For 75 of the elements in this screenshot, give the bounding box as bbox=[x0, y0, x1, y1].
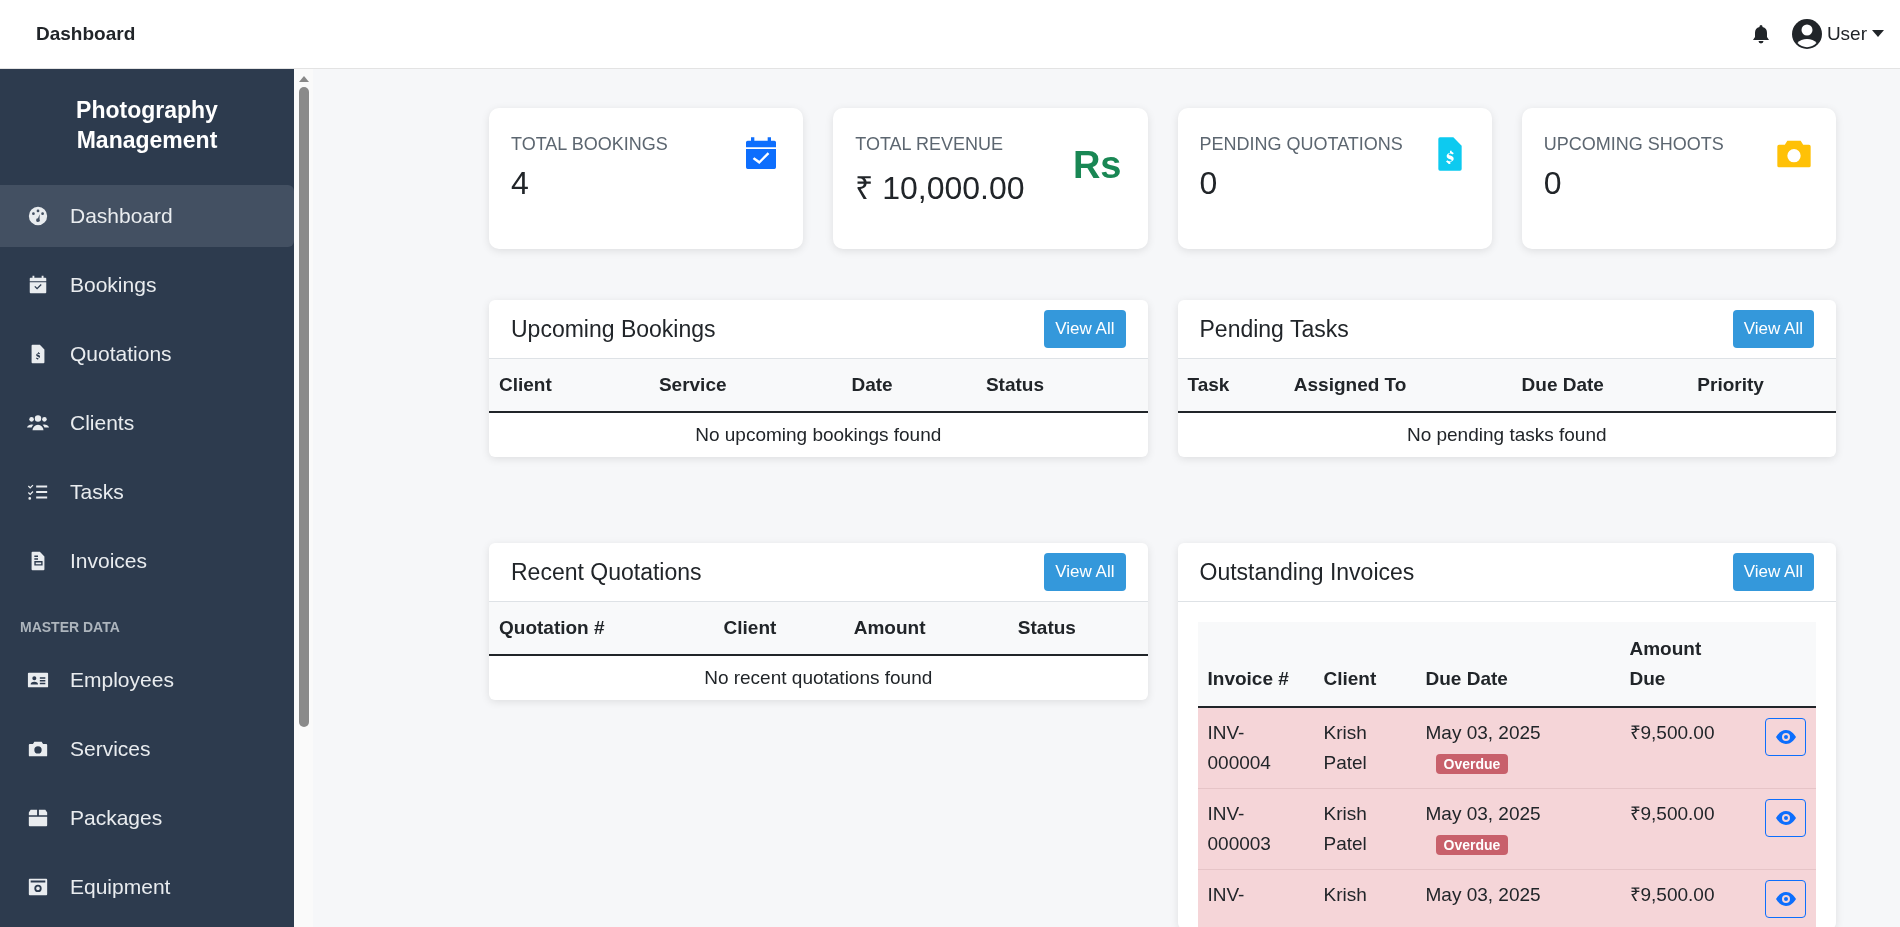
view-button[interactable] bbox=[1765, 799, 1806, 837]
table-cell: ₹9,500.00 bbox=[1629, 884, 1715, 905]
column-header: Client bbox=[713, 602, 844, 655]
table-cell: Krish Patel bbox=[1323, 722, 1367, 773]
view-button[interactable] bbox=[1765, 880, 1806, 918]
eye-icon bbox=[1775, 892, 1796, 906]
sidebar-item[interactable]: Bookings bbox=[0, 254, 294, 316]
table-cell: Krish bbox=[1323, 884, 1367, 905]
stat-value: 4 bbox=[511, 165, 530, 202]
column-header: Date bbox=[841, 359, 976, 412]
currency-symbol: Rs bbox=[1072, 144, 1122, 187]
sidebar-item[interactable]: Quotations bbox=[0, 323, 294, 385]
sidebar-item[interactable]: Packages bbox=[0, 787, 294, 849]
caret-icon bbox=[1872, 30, 1884, 38]
column-header: Amount Due bbox=[1619, 622, 1738, 707]
eye-icon bbox=[1775, 730, 1796, 744]
panel-title: Upcoming Bookings bbox=[511, 315, 716, 343]
sidebar-item[interactable]: Employees bbox=[0, 649, 294, 711]
page-title: Dashboard bbox=[36, 23, 136, 45]
gauge-icon bbox=[27, 205, 49, 227]
column-header: Amount bbox=[843, 602, 1008, 655]
user-menu[interactable]: User bbox=[1791, 19, 1884, 49]
column-header: Due Date bbox=[1511, 359, 1688, 412]
column-header: Assigned To bbox=[1283, 359, 1512, 412]
sidebar-item[interactable]: Equipment bbox=[0, 856, 294, 918]
column-header: Due Date bbox=[1415, 622, 1620, 707]
stat-label: TOTAL BOOKINGS bbox=[511, 134, 668, 155]
column-header: Status bbox=[1007, 602, 1148, 655]
scroll-up-arrow-icon[interactable] bbox=[297, 75, 310, 83]
box-icon bbox=[27, 807, 49, 829]
sidebar-item[interactable]: Dashboard bbox=[0, 185, 294, 247]
column-header: Priority bbox=[1687, 359, 1836, 412]
column-header: Service bbox=[648, 359, 842, 412]
column-header: Client bbox=[1313, 622, 1416, 707]
calendar-icon bbox=[27, 274, 49, 296]
sidebar-item[interactable]: Invoices bbox=[0, 530, 294, 592]
sidebar-item[interactable]: Tasks bbox=[0, 461, 294, 523]
table-cell: ₹9,500.00 bbox=[1629, 722, 1715, 743]
panel-title: Recent Quotations bbox=[511, 558, 702, 586]
column-header: Client bbox=[489, 359, 649, 412]
section-label: MASTER DATA bbox=[19, 618, 121, 637]
scrollbar[interactable] bbox=[294, 69, 313, 927]
table-cell: INV- bbox=[1207, 884, 1245, 905]
table-cell: ₹9,500.00 bbox=[1629, 803, 1715, 824]
sidebar-item[interactable]: Services bbox=[0, 718, 294, 780]
column-header: Task bbox=[1177, 359, 1284, 412]
sidebar-item[interactable]: Clients bbox=[0, 392, 294, 454]
empty-message: No pending tasks found bbox=[1177, 412, 1836, 457]
table-cell: May 03, 2025 bbox=[1425, 803, 1541, 824]
stat-value: 0 bbox=[1199, 165, 1219, 202]
empty-message: No upcoming bookings found bbox=[489, 412, 1148, 457]
column-header: Invoice # bbox=[1197, 622, 1314, 707]
panel-title: Outstanding Invoices bbox=[1199, 558, 1415, 586]
panel-title: Pending Tasks bbox=[1199, 315, 1349, 343]
app-title: Photography Management bbox=[75, 96, 219, 155]
user-avatar-icon bbox=[1791, 19, 1822, 49]
column-header: Quotation # bbox=[489, 602, 714, 655]
stat-value: ₹ 10,000.00 bbox=[855, 169, 1025, 208]
stat-label: PENDING QUOTATIONS bbox=[1199, 134, 1403, 155]
table-cell: INV-000003 bbox=[1207, 803, 1271, 854]
table-cell: May 03, 2025 bbox=[1425, 722, 1541, 743]
status-badge: Overdue bbox=[1435, 835, 1509, 855]
table-cell: May 03, 2025 bbox=[1425, 884, 1541, 905]
view-button[interactable] bbox=[1765, 718, 1806, 756]
stat-value: 0 bbox=[1543, 165, 1563, 202]
stat-label: TOTAL REVENUE bbox=[855, 134, 1004, 155]
column-header: Status bbox=[975, 359, 1148, 412]
camera-case-icon bbox=[27, 876, 49, 898]
table-cell: Krish Patel bbox=[1323, 803, 1367, 854]
table-cell: INV-000004 bbox=[1207, 722, 1271, 773]
status-badge: Overdue bbox=[1435, 754, 1509, 774]
stat-label: UPCOMING SHOOTS bbox=[1543, 134, 1724, 155]
notification-bell-icon[interactable] bbox=[1751, 24, 1770, 44]
eye-icon bbox=[1775, 811, 1796, 825]
empty-message: No recent quotations found bbox=[489, 655, 1148, 700]
